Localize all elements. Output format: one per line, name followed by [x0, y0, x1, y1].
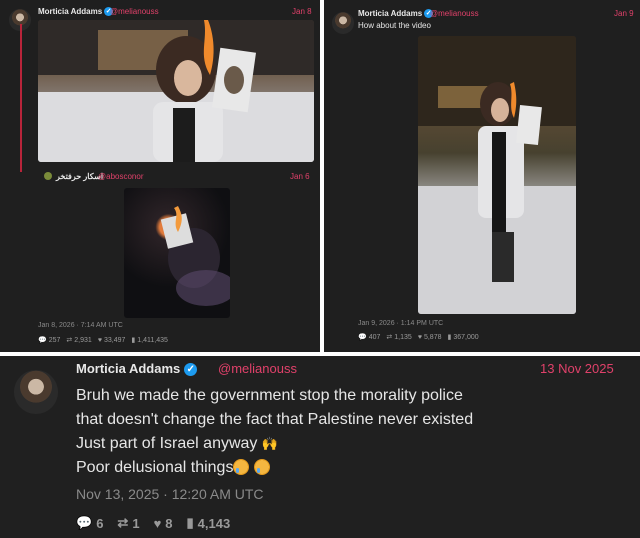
tweet-timestamp[interactable]: Jan 8, 2026 · 7:14 AM UTC	[38, 322, 123, 329]
tweet-photo[interactable]	[124, 188, 230, 318]
engagement-stats: 💬 407 ⇄ 1,135 ♥ 5,878 ▮ 367,000	[358, 333, 479, 342]
retweet-icon: ⇄	[386, 334, 393, 341]
thread-line	[20, 24, 22, 172]
tweet-date[interactable]: Jan 9	[614, 9, 634, 18]
view-count[interactable]: ▮ 367,000	[447, 333, 479, 342]
author-handle[interactable]: @melianouss	[110, 7, 159, 16]
crying-face-emoji-icon	[253, 459, 270, 475]
author-name[interactable]: Morticia Addams ✓	[76, 361, 198, 377]
verified-badge-icon: ✓	[184, 363, 198, 377]
bar-chart-icon: ▮	[447, 334, 452, 341]
reply-count[interactable]: 💬 407	[358, 333, 380, 342]
photo-content	[38, 20, 314, 162]
view-count[interactable]: ▮ 1,411,435	[131, 336, 167, 345]
retweet-icon: ⇄	[117, 515, 129, 530]
photo-content	[160, 206, 230, 306]
tweet-line: that doesn't change the fact that Palest…	[76, 411, 474, 428]
tweet-timestamp[interactable]: Jan 9, 2026 · 1:14 PM UTC	[358, 320, 443, 327]
tweet-text: Bruh we made the government stop the mor…	[76, 384, 616, 480]
quoted-tweet-panel-left: Morticia Addams ✓ @melianouss Jan 8 اسکار…	[0, 0, 320, 352]
heart-icon: ♥	[97, 336, 102, 344]
raised-hands-emoji-icon: 🙌	[261, 436, 279, 451]
tweet-video[interactable]	[418, 36, 576, 314]
tweet-line: Poor delusional things	[76, 459, 234, 476]
tweet-date[interactable]: 13 Nov 2025	[540, 361, 614, 376]
retweet-count[interactable]: ⇄ 2,931	[66, 336, 91, 345]
retweet-icon: ⇄	[66, 337, 73, 344]
tweet-photo[interactable]	[38, 20, 314, 162]
author-handle[interactable]: @abosconor	[98, 172, 143, 181]
speech-bubble-icon: 💬	[76, 515, 93, 530]
engagement-stats: 💬 6 ⇄ 1 ♥ 8 ▮ 4,143	[76, 515, 230, 531]
tweet-date[interactable]: Jan 6	[290, 172, 310, 181]
avatar[interactable]	[44, 172, 52, 180]
tweet-text: How about the video	[358, 21, 431, 30]
engagement-stats: 💬 257 ⇄ 2,931 ♥ 33,497 ▮ 1,411,435	[38, 336, 168, 345]
like-count[interactable]: ♥ 33,497	[98, 336, 126, 344]
like-count[interactable]: ♥ 5,878	[418, 333, 442, 341]
bar-chart-icon: ▮	[186, 515, 194, 530]
reply-count[interactable]: 💬 6	[76, 515, 103, 531]
reply-count[interactable]: 💬 257	[38, 336, 60, 345]
tweet-line: Bruh we made the government stop the mor…	[76, 387, 463, 404]
like-count[interactable]: ♥ 8	[154, 515, 173, 531]
retweet-count[interactable]: ⇄ 1	[117, 515, 139, 531]
view-count[interactable]: ▮ 4,143	[187, 515, 231, 531]
speech-bubble-icon: 💬	[38, 337, 47, 344]
avatar[interactable]	[332, 12, 354, 34]
author-name[interactable]: اسکار حرفتخر	[56, 172, 103, 181]
heart-icon: ♥	[417, 333, 422, 341]
video-content	[418, 36, 576, 314]
tweet-timestamp[interactable]: Nov 13, 2025 · 12:20 AM UTC	[76, 486, 264, 502]
author-handle[interactable]: @melianouss	[430, 9, 479, 18]
crying-face-emoji-icon	[233, 459, 250, 475]
author-name[interactable]: Morticia Addams ✓	[38, 7, 114, 17]
avatar[interactable]	[14, 370, 58, 414]
tweet-line: Just part of Israel anyway	[76, 435, 258, 452]
bar-chart-icon: ▮	[131, 337, 136, 344]
heart-icon: ♥	[153, 515, 162, 531]
tweet-date[interactable]: Jan 8	[292, 7, 312, 16]
author-name[interactable]: Morticia Addams ✓	[358, 9, 434, 19]
tweet-panel-bottom: Morticia Addams ✓ @melianouss 13 Nov 2025…	[0, 356, 640, 538]
speech-bubble-icon: 💬	[358, 334, 367, 341]
author-handle[interactable]: @melianouss	[218, 361, 297, 376]
retweet-count[interactable]: ⇄ 1,135	[386, 333, 411, 342]
tweet-panel-right: Morticia Addams ✓ @melianouss Jan 9 How a…	[324, 0, 640, 352]
